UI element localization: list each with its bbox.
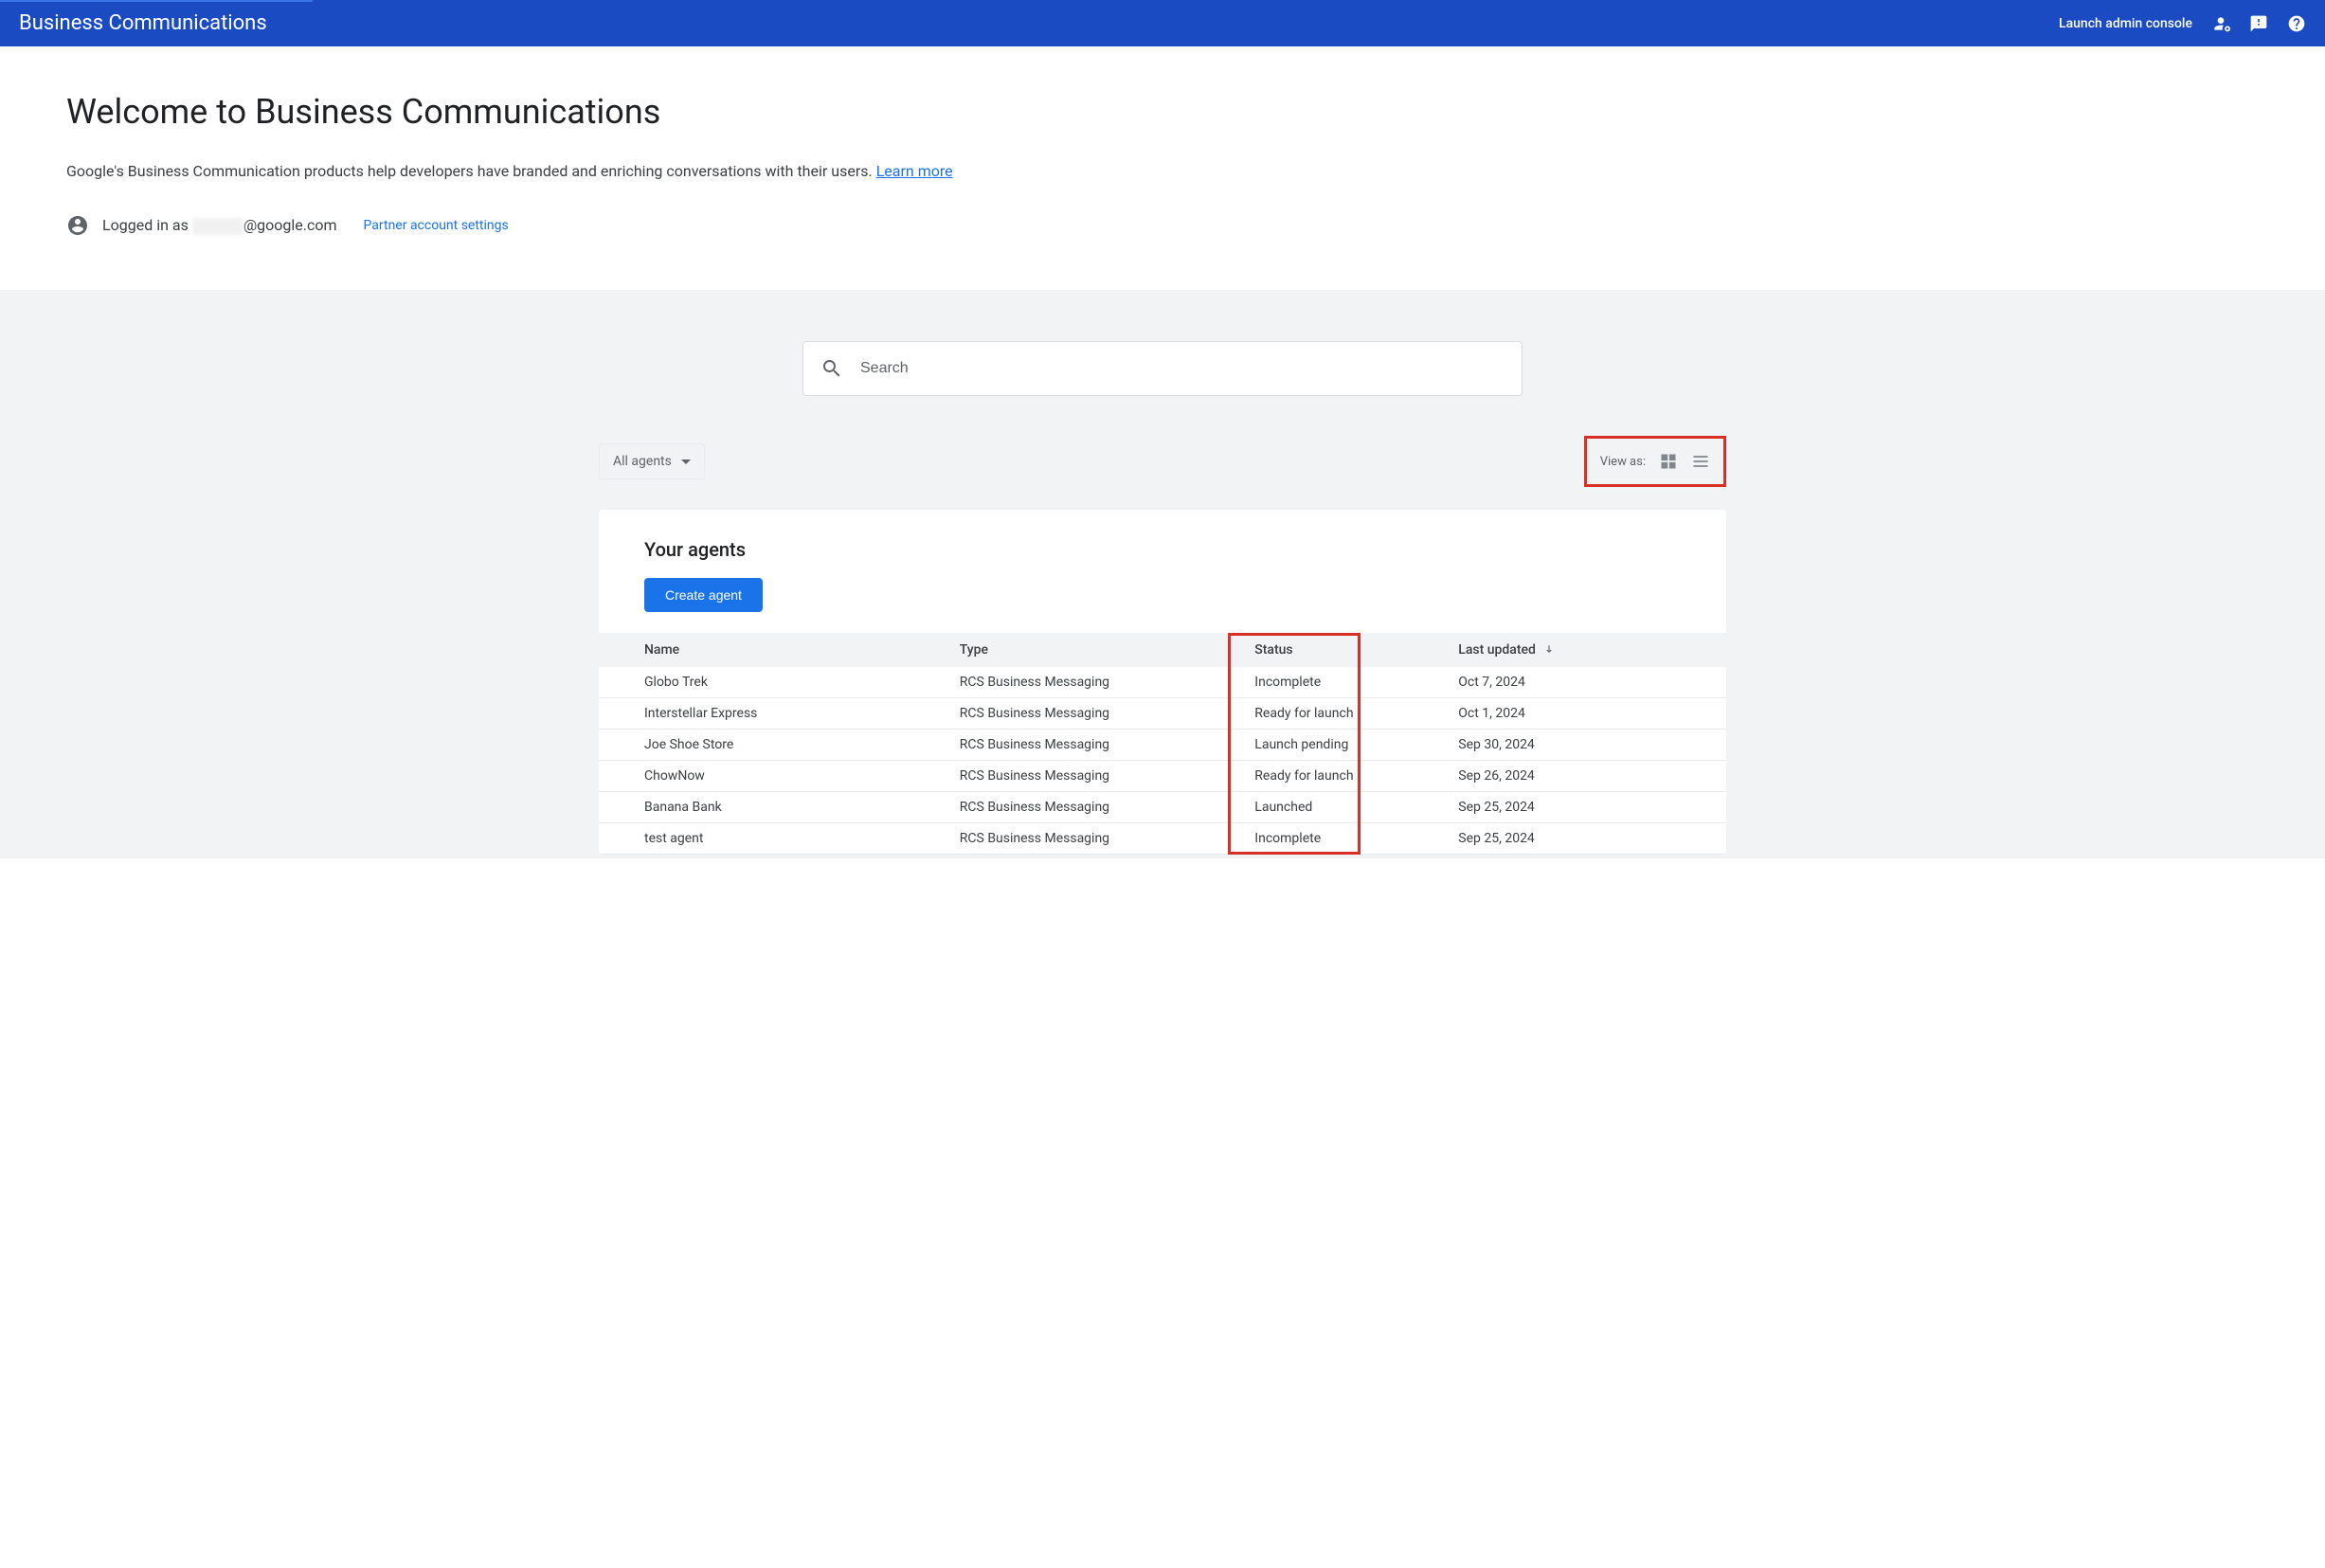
agents-tbody: Globo TrekRCS Business MessagingIncomple… — [599, 667, 1726, 855]
login-row: Logged in as @google.com Partner account… — [66, 214, 2259, 237]
view-as-label: View as: — [1600, 455, 1646, 469]
cell-name: Globo Trek — [599, 667, 960, 698]
table-row[interactable]: Globo TrekRCS Business MessagingIncomple… — [599, 667, 1726, 698]
cell-type: RCS Business Messaging — [960, 730, 1242, 761]
card-header: Your agents Create agent — [599, 510, 1726, 633]
cell-updated: Sep 30, 2024 — [1354, 730, 1726, 761]
search-box[interactable] — [802, 341, 1523, 396]
login-prefix: Logged in as — [102, 216, 192, 234]
feedback-icon[interactable] — [2249, 14, 2268, 33]
main-content: All agents View as: Your agents Create a… — [0, 290, 2325, 858]
logged-in-text: Logged in as @google.com — [102, 216, 337, 235]
cell-status: Ready for launch — [1241, 761, 1354, 792]
column-name[interactable]: Name — [599, 633, 960, 667]
table-row[interactable]: Banana BankRCS Business MessagingLaunche… — [599, 792, 1726, 823]
welcome-description: Google's Business Communication products… — [66, 162, 2259, 180]
cell-updated: Oct 7, 2024 — [1354, 667, 1726, 698]
table-row[interactable]: ChowNowRCS Business MessagingReady for l… — [599, 761, 1726, 792]
table-header-row: Name Type Status Last updated — [599, 633, 1726, 667]
cell-status: Launch pending — [1241, 730, 1354, 761]
list-view-icon[interactable] — [1691, 452, 1710, 471]
top-header: Business Communications Launch admin con… — [0, 0, 2325, 46]
controls-row: All agents View as: — [599, 436, 1726, 510]
search-icon — [820, 357, 843, 380]
view-controls-highlight: View as: — [1584, 436, 1726, 487]
cell-status: Ready for launch — [1241, 698, 1354, 730]
column-last-updated[interactable]: Last updated — [1354, 633, 1726, 667]
column-status[interactable]: Status — [1241, 633, 1354, 667]
cell-type: RCS Business Messaging — [960, 698, 1242, 730]
cell-name: Interstellar Express — [599, 698, 960, 730]
app-title[interactable]: Business Communications — [19, 11, 267, 35]
table-wrapper: Name Type Status Last updated Globo Trek… — [599, 633, 1726, 855]
grid-view-icon[interactable] — [1659, 452, 1678, 471]
column-type[interactable]: Type — [960, 633, 1242, 667]
cell-updated: Sep 25, 2024 — [1354, 823, 1726, 855]
welcome-text-content: Google's Business Communication products… — [66, 162, 873, 180]
account-circle-icon — [66, 214, 89, 237]
cell-type: RCS Business Messaging — [960, 823, 1242, 855]
table-row[interactable]: Interstellar ExpressRCS Business Messagi… — [599, 698, 1726, 730]
help-icon[interactable] — [2287, 14, 2306, 33]
cell-name: ChowNow — [599, 761, 960, 792]
page-title: Welcome to Business Communications — [66, 92, 2259, 132]
welcome-section: Welcome to Business Communications Googl… — [0, 46, 2325, 290]
cell-updated: Sep 26, 2024 — [1354, 761, 1726, 792]
filter-dropdown[interactable]: All agents — [599, 443, 705, 479]
search-input[interactable] — [860, 360, 1505, 377]
cell-type: RCS Business Messaging — [960, 792, 1242, 823]
partner-account-settings-link[interactable]: Partner account settings — [364, 218, 509, 233]
cell-status: Incomplete — [1241, 823, 1354, 855]
email-suffix: @google.com — [243, 216, 337, 234]
launch-admin-console-link[interactable]: Launch admin console — [2059, 16, 2192, 31]
agents-card-title: Your agents — [644, 538, 1681, 561]
table-row[interactable]: Joe Shoe StoreRCS Business MessagingLaun… — [599, 730, 1726, 761]
partner-settings-icon[interactable] — [2211, 14, 2230, 33]
chevron-down-icon — [681, 460, 691, 464]
redacted-username — [192, 218, 243, 235]
agents-table: Name Type Status Last updated Globo Trek… — [599, 633, 1726, 855]
cell-status: Launched — [1241, 792, 1354, 823]
cell-name: Banana Bank — [599, 792, 960, 823]
table-row[interactable]: test agentRCS Business MessagingIncomple… — [599, 823, 1726, 855]
cell-name: Joe Shoe Store — [599, 730, 960, 761]
cell-type: RCS Business Messaging — [960, 667, 1242, 698]
create-agent-button[interactable]: Create agent — [644, 578, 763, 612]
learn-more-link[interactable]: Learn more — [876, 162, 953, 180]
filter-label: All agents — [613, 454, 672, 469]
last-updated-label: Last updated — [1458, 642, 1536, 658]
sort-down-icon — [1542, 643, 1556, 657]
cell-type: RCS Business Messaging — [960, 761, 1242, 792]
cell-updated: Sep 25, 2024 — [1354, 792, 1726, 823]
cell-name: test agent — [599, 823, 960, 855]
search-container — [802, 341, 1523, 396]
cell-updated: Oct 1, 2024 — [1354, 698, 1726, 730]
header-right-group: Launch admin console — [2059, 14, 2306, 33]
cell-status: Incomplete — [1241, 667, 1354, 698]
agents-card: Your agents Create agent Name Type Statu… — [599, 510, 1726, 855]
header-icon-group — [2211, 14, 2306, 33]
